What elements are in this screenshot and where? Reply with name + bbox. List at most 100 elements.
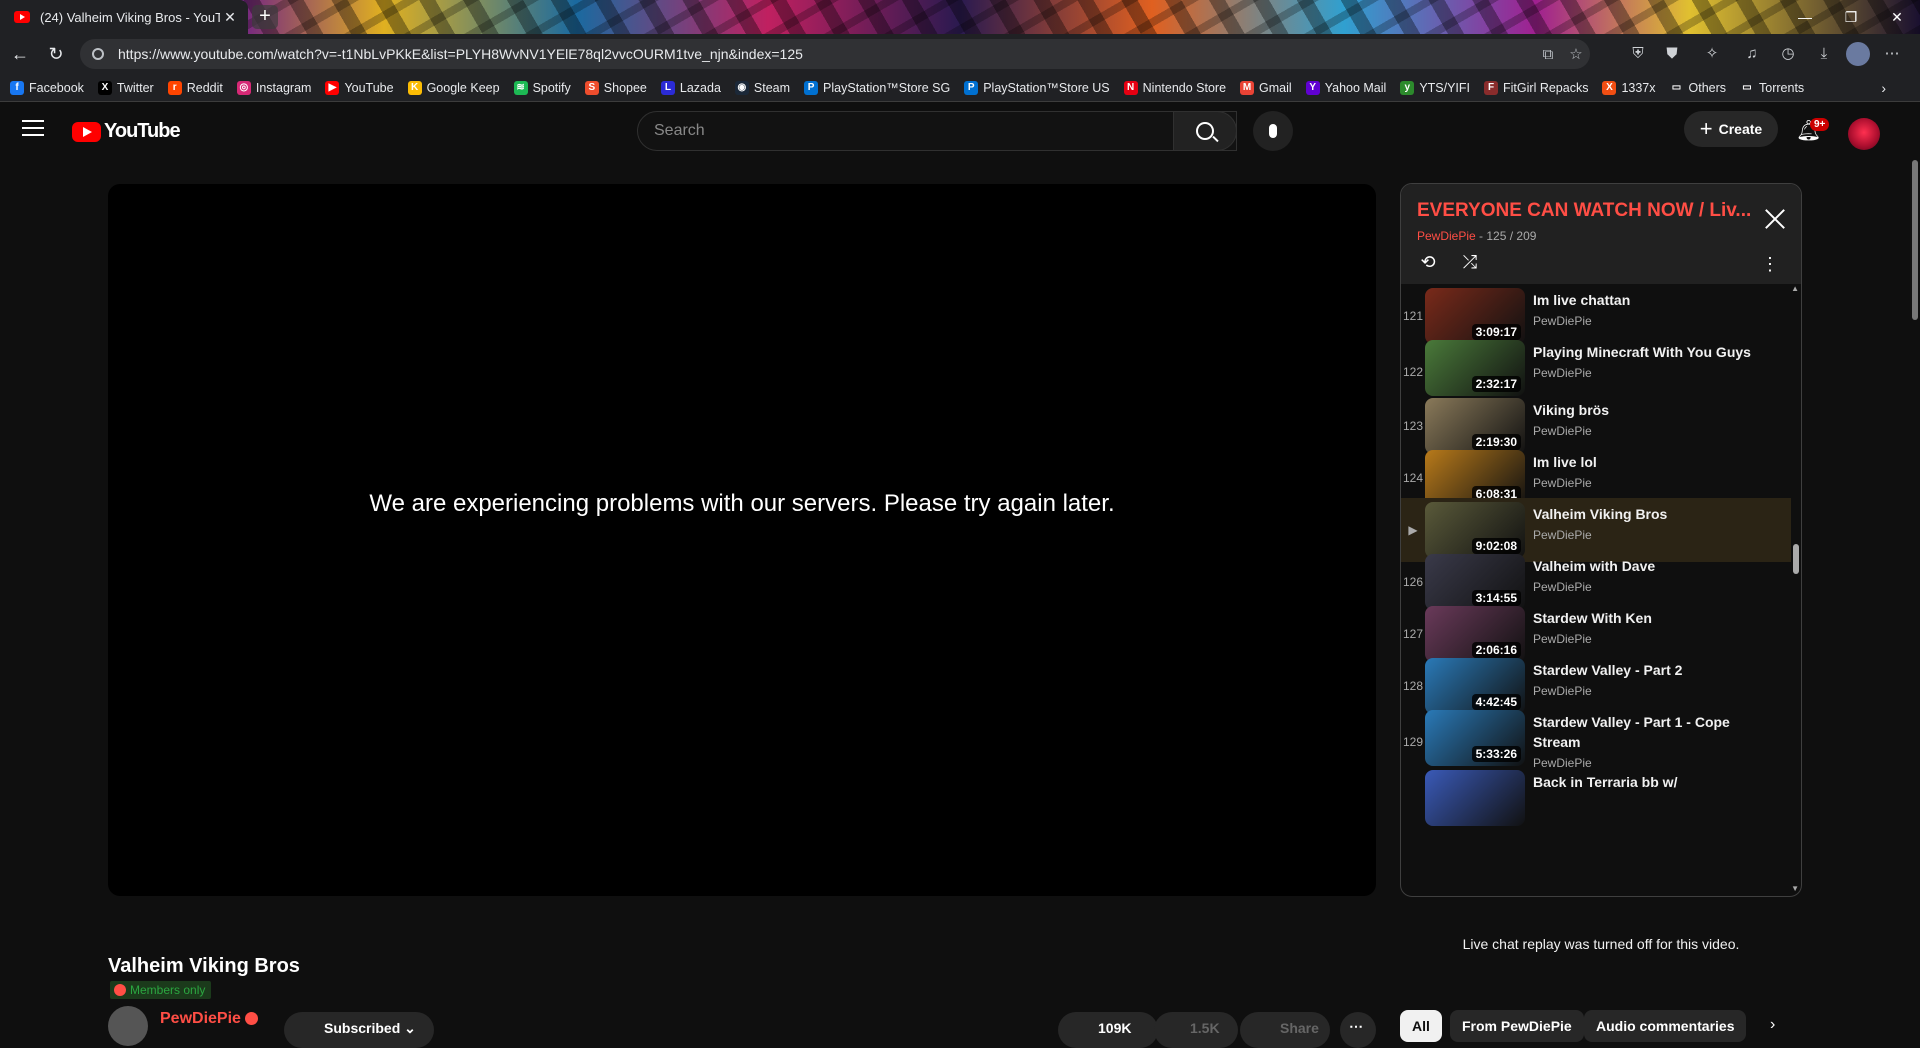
share-button[interactable]: Share: [1240, 1012, 1330, 1048]
scroll-up-icon[interactable]: ▲: [1791, 284, 1799, 293]
bitwarden-extension-icon[interactable]: ⛨: [1626, 42, 1650, 66]
youtube-logo[interactable]: YouTube: [72, 120, 181, 143]
channel-name[interactable]: PewDiePie: [160, 1010, 258, 1028]
live-chat-disabled-note: Live chat replay was turned off for this…: [1462, 936, 1740, 952]
bookmark-item[interactable]: r Reddit: [167, 80, 223, 95]
bookmark-item[interactable]: ◎ Instagram: [236, 80, 311, 95]
bookmark-item[interactable]: X 1337x: [1602, 80, 1656, 95]
playlist-item-title: Valheim Viking Bros: [1533, 506, 1668, 522]
guide-menu-icon[interactable]: [22, 120, 44, 138]
chips-next-icon[interactable]: ›: [1770, 1016, 1775, 1034]
ublock-extension-icon[interactable]: ⛊: [1660, 42, 1684, 66]
members-only-badge: Members only: [110, 981, 212, 999]
bookmark-favicon-icon: ≋: [513, 80, 528, 95]
bookmark-label: PlayStation™Store US: [983, 80, 1110, 95]
subscribed-button[interactable]: Subscribed ⌄: [284, 1012, 434, 1048]
new-tab-button[interactable]: +: [252, 5, 278, 29]
filter-chip[interactable]: Audio commentaries: [1584, 1010, 1747, 1042]
bookmark-favicon-icon: r: [167, 80, 182, 95]
bookmark-item[interactable]: ◉ Steam: [734, 80, 790, 95]
bookmark-favicon-icon: ◉: [734, 80, 749, 95]
search-input[interactable]: Search: [637, 111, 1237, 151]
playlist-header: EVERYONE CAN WATCH NOW / Liv... PewDiePi…: [1401, 184, 1801, 284]
bookmark-item[interactable]: P PlayStation™Store SG: [804, 80, 950, 95]
playlist-item[interactable]: Back in Terraria bb w/: [1401, 766, 1791, 830]
more-actions-icon[interactable]: ⋯: [1340, 1012, 1376, 1048]
bookmark-item[interactable]: ▭ Torrents: [1740, 80, 1804, 95]
back-icon[interactable]: ←: [2, 36, 38, 72]
filter-chip[interactable]: From PewDiePie: [1450, 1010, 1584, 1042]
bookmark-item[interactable]: ≋ Spotify: [513, 80, 571, 95]
titlebar-wallpaper: [0, 0, 1920, 34]
profile-avatar-icon[interactable]: [1846, 42, 1870, 66]
search-button[interactable]: [1173, 111, 1237, 151]
history-icon[interactable]: ◷: [1776, 42, 1800, 66]
playlist-item-thumbnail[interactable]: [1425, 770, 1525, 826]
address-bar[interactable]: https://www.youtube.com/watch?v=-t1NbLvP…: [80, 39, 1590, 69]
bookmark-item[interactable]: S Shopee: [584, 80, 647, 95]
bookmark-label: 1337x: [1621, 80, 1656, 95]
restore-icon[interactable]: ❐: [1828, 0, 1874, 34]
extensions-puzzle-icon[interactable]: ✧: [1700, 42, 1724, 66]
playlist-subtitle: PewDiePie - 125 / 209: [1417, 229, 1537, 243]
bookmark-item[interactable]: y YTS/YIFI: [1400, 80, 1470, 95]
playlist-item-title: Stardew Valley - Part 2: [1533, 662, 1683, 678]
bookmark-favicon-icon: P: [804, 80, 819, 95]
voice-search-button[interactable]: [1253, 111, 1293, 151]
like-button[interactable]: 109K: [1058, 1012, 1158, 1048]
scroll-down-icon[interactable]: ▼: [1791, 884, 1799, 893]
bookmark-item[interactable]: Y Yahoo Mail: [1305, 80, 1387, 95]
bookmark-favicon-icon: X: [97, 80, 112, 95]
bookmark-item[interactable]: K Google Keep: [407, 80, 500, 95]
media-control-icon[interactable]: ♫: [1740, 42, 1764, 66]
bookmark-item[interactable]: ▶ YouTube: [325, 80, 394, 95]
create-button[interactable]: + Create: [1684, 111, 1778, 147]
bookmark-label: Facebook: [29, 80, 84, 95]
bookmark-item[interactable]: X Twitter: [97, 80, 154, 95]
playlist-item-duration: 2:32:17: [1471, 376, 1521, 392]
bookmarks-bar: f Facebook X Twitter r Reddit ◎ Instagram ▶ YouTu…: [0, 74, 1920, 102]
bookmark-star-icon[interactable]: ☆: [1562, 45, 1590, 63]
playlist-more-icon[interactable]: ⋮: [1761, 254, 1779, 275]
bookmark-item[interactable]: f Facebook: [10, 80, 84, 95]
site-info-icon[interactable]: [92, 48, 104, 60]
tab-close-icon[interactable]: ✕: [220, 9, 240, 26]
account-avatar[interactable]: [1848, 118, 1880, 150]
playlist-controls: ⟲ ⤮: [1415, 252, 1499, 274]
downloads-icon[interactable]: ⤓: [1812, 42, 1836, 66]
filter-chip[interactable]: All: [1400, 1010, 1442, 1042]
playlist-item-title: Im live chattan: [1533, 292, 1631, 308]
minimize-icon[interactable]: —: [1782, 0, 1828, 34]
bookmark-favicon-icon: ▶: [325, 80, 340, 95]
playlist-close-icon[interactable]: [1763, 206, 1787, 230]
playlist-channel[interactable]: PewDiePie: [1417, 229, 1476, 243]
bookmark-item[interactable]: P PlayStation™Store US: [964, 80, 1110, 95]
reload-icon[interactable]: ↻: [38, 36, 74, 72]
shuffle-icon[interactable]: ⤮: [1457, 252, 1483, 274]
page-scrollbar[interactable]: [1912, 160, 1918, 320]
playlist-item-title: Stardew Valley - Part 1 - Cope Stream: [1533, 714, 1730, 750]
bookmark-item[interactable]: L Lazada: [660, 80, 721, 95]
channel-avatar[interactable]: [108, 1006, 148, 1046]
bookmark-item[interactable]: ▭ Others: [1669, 80, 1726, 95]
window-close-icon[interactable]: ✕: [1874, 0, 1920, 34]
youtube-logo-icon: [72, 121, 101, 142]
playlist-item-thumbnail[interactable]: 5:33:26: [1425, 710, 1525, 766]
video-player[interactable]: We are experiencing problems with our se…: [108, 184, 1376, 896]
bookmark-label: Nintendo Store: [1142, 80, 1227, 95]
bookmark-label: Yahoo Mail: [1324, 80, 1387, 95]
playlist-title[interactable]: EVERYONE CAN WATCH NOW / Liv...: [1417, 200, 1753, 222]
playlist-scrollbar[interactable]: [1793, 544, 1799, 574]
dislike-button[interactable]: 1.5K: [1154, 1012, 1238, 1048]
loop-icon[interactable]: ⟲: [1415, 252, 1441, 274]
playlist-item-thumbnail[interactable]: 2:32:17: [1425, 340, 1525, 396]
bookmark-item[interactable]: N Nintendo Store: [1123, 80, 1227, 95]
browser-menu-icon[interactable]: ⋯: [1880, 42, 1904, 66]
bookmark-item[interactable]: M Gmail: [1240, 80, 1292, 95]
playlist-items: 121 3:09:17 Im live chattan PewDiePie 122 2:3…: [1401, 284, 1801, 896]
bookmarks-overflow-icon[interactable]: ›: [1881, 80, 1886, 96]
bookmark-item[interactable]: F FitGirl Repacks: [1484, 80, 1588, 95]
install-app-icon[interactable]: ⧉: [1534, 46, 1562, 63]
browser-tab-active[interactable]: (24) Valheim Viking Bros - YouTube ✕: [0, 0, 248, 34]
bookmark-favicon-icon: P: [964, 80, 979, 95]
